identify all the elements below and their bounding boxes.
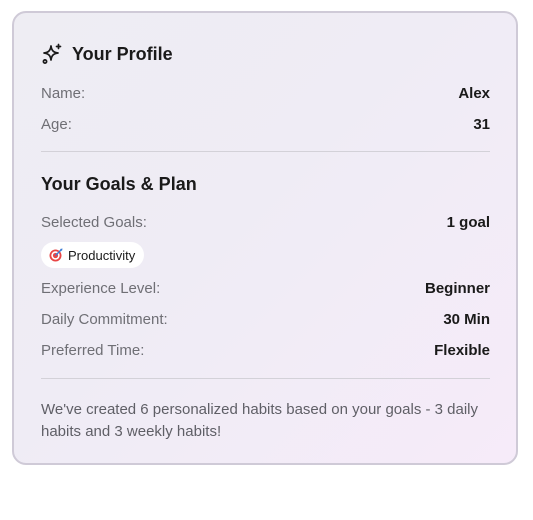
name-value: Alex xyxy=(458,84,490,102)
preferred-time-label: Preferred Time: xyxy=(41,341,145,359)
profile-section-title: Your Profile xyxy=(41,43,173,65)
target-icon xyxy=(49,248,63,262)
commitment-value: 30 Min xyxy=(443,310,490,328)
profile-summary-card: Your Profile Name: Alex Age: 31 Your Goa… xyxy=(12,11,518,465)
selected-goals-label: Selected Goals: xyxy=(41,213,147,231)
goals-section-title: Your Goals & Plan xyxy=(41,174,197,194)
selected-goals-row: Selected Goals: 1 goal xyxy=(41,212,490,232)
name-row: Name: Alex xyxy=(41,83,490,103)
age-label: Age: xyxy=(41,115,72,133)
goal-chip-productivity: Productivity xyxy=(41,242,145,268)
divider xyxy=(41,151,490,152)
selected-goals-value: 1 goal xyxy=(446,213,490,231)
commitment-row: Daily Commitment: 30 Min xyxy=(41,309,490,329)
preferred-time-row: Preferred Time: Flexible xyxy=(41,340,490,360)
divider xyxy=(41,378,490,379)
commitment-label: Daily Commitment: xyxy=(41,310,168,328)
age-row: Age: 31 xyxy=(41,114,490,134)
age-value: 31 xyxy=(473,115,490,133)
profile-title-text: Your Profile xyxy=(72,43,173,64)
experience-value: Beginner xyxy=(424,279,490,297)
plan-summary-text: We've created 6 personalized habits base… xyxy=(41,401,479,440)
experience-row: Experience Level: Beginner xyxy=(41,278,490,298)
goal-chip-label: Productivity xyxy=(68,247,136,263)
experience-label: Experience Level: xyxy=(41,279,161,297)
name-label: Name: xyxy=(41,84,86,102)
preferred-time-value: Flexible xyxy=(434,341,490,359)
sparkles-icon xyxy=(41,43,63,65)
